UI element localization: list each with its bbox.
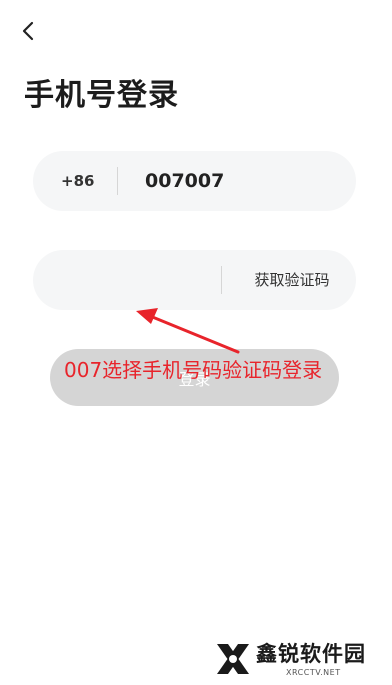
get-code-button[interactable]: 获取验证码	[237, 250, 347, 310]
watermark-url: XRCCTV.NET	[286, 668, 341, 677]
watermark: 鑫锐软件园 XRCCTV.NET	[214, 638, 374, 682]
divider	[117, 167, 118, 195]
divider	[221, 266, 222, 294]
back-button[interactable]	[14, 18, 42, 44]
phone-input[interactable]	[145, 151, 335, 211]
chevron-left-icon	[22, 21, 34, 41]
verification-code-input[interactable]	[59, 250, 209, 310]
phone-field: +86	[33, 151, 356, 211]
annotation-text: 007选择手机号码验证码登录	[64, 358, 323, 382]
watermark-name: 鑫锐软件园	[256, 642, 366, 666]
page-title: 手机号登录	[24, 78, 179, 113]
country-code-selector[interactable]: +86	[61, 151, 94, 211]
watermark-logo-icon	[217, 644, 249, 674]
verification-code-field: 获取验证码	[33, 250, 356, 310]
